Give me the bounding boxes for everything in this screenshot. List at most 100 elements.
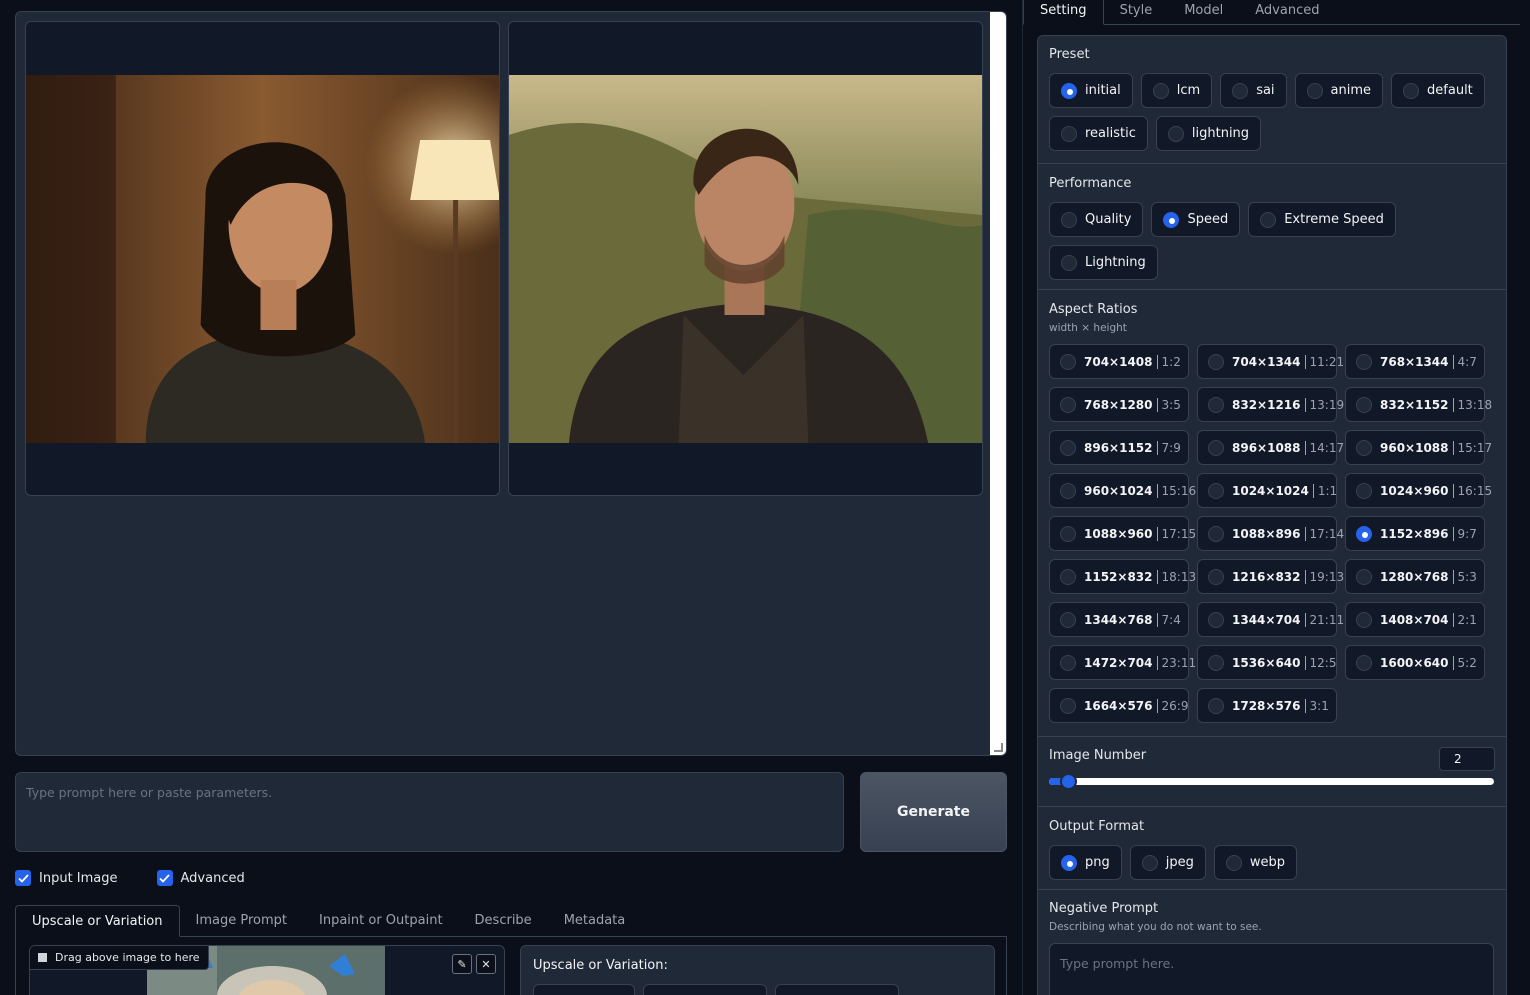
- aspect-ratio-option-832-1216[interactable]: 832×1216 13:19: [1197, 387, 1344, 422]
- aspect-ratio-option-1152-832[interactable]: 1152×832 18:13: [1049, 559, 1196, 594]
- preset-option-initial[interactable]: initial: [1049, 73, 1133, 108]
- aspect-ratio-option-1664-576[interactable]: 1664×576 26:9: [1049, 688, 1189, 723]
- generate-button[interactable]: Generate: [860, 772, 1007, 852]
- gallery-scrollbar[interactable]: [990, 12, 1006, 755]
- performance-option-speed[interactable]: Speed: [1151, 202, 1241, 237]
- aspect-ratio-size: 1152×896: [1380, 526, 1449, 541]
- performance-option-label: Quality: [1085, 212, 1132, 227]
- format-option-png[interactable]: png: [1049, 845, 1122, 880]
- variation-option[interactable]: [775, 984, 899, 995]
- performance-options: Quality Speed Extreme Speed Lightning: [1049, 202, 1495, 280]
- preset-options: initial lcm sai anime default realistic lightn…: [1049, 73, 1495, 151]
- aspect-ratio-size: 896×1152: [1084, 440, 1153, 455]
- drag-image-label: Drag above image to here: [30, 946, 209, 970]
- image-upload-area[interactable]: Drag above image to here ✎ ✕: [29, 945, 505, 995]
- tab-upscale-or-variation[interactable]: Upscale or Variation: [15, 905, 180, 937]
- tab-style[interactable]: Style: [1104, 0, 1169, 25]
- format-option-jpeg[interactable]: jpeg: [1129, 845, 1206, 880]
- aspect-ratio-option-960-1088[interactable]: 960×1088 15:17: [1345, 430, 1492, 465]
- output-format-section: Output Format png jpeg webp: [1038, 807, 1506, 890]
- aspect-ratio-option-1152-896[interactable]: 1152×896 9:7: [1345, 516, 1485, 551]
- aspect-ratio-title: Aspect Ratios: [1049, 302, 1138, 317]
- tab-metadata[interactable]: Metadata: [548, 905, 642, 937]
- aspect-ratio-option-1216-832[interactable]: 1216×832 19:13: [1197, 559, 1344, 594]
- negative-prompt-input[interactable]: [1049, 943, 1494, 995]
- tab-model[interactable]: Model: [1168, 0, 1239, 25]
- preset-option-label: realistic: [1085, 126, 1136, 141]
- edit-pencil-icon[interactable]: ✎: [452, 954, 472, 974]
- preset-option-lcm[interactable]: lcm: [1140, 73, 1213, 108]
- image-number-input[interactable]: 2: [1439, 747, 1495, 771]
- aspect-ratio-option-1088-960[interactable]: 1088×960 17:15: [1049, 516, 1196, 551]
- aspect-ratio-size: 832×1216: [1232, 397, 1301, 412]
- aspect-ratio-size: 1024×1024: [1232, 483, 1309, 498]
- preset-option-realistic[interactable]: realistic: [1049, 116, 1148, 151]
- format-option-webp[interactable]: webp: [1213, 845, 1298, 880]
- radio-circle-icon: [1061, 82, 1077, 99]
- radio-circle-icon: [1060, 525, 1076, 542]
- variation-option[interactable]: [533, 984, 635, 995]
- preset-option-anime[interactable]: anime: [1294, 73, 1384, 108]
- aspect-ratio-size: 1728×576: [1232, 698, 1301, 713]
- aspect-ratio-option-1600-640[interactable]: 1600×640 5:2: [1345, 645, 1485, 680]
- aspect-ratio-option-896-1088[interactable]: 896×1088 14:17: [1197, 430, 1344, 465]
- gallery-image-1[interactable]: [25, 21, 500, 496]
- aspect-ratio-option-1280-768[interactable]: 1280×768 5:3: [1345, 559, 1485, 594]
- aspect-ratio-ratio: 11:21: [1304, 354, 1344, 369]
- radio-circle-icon: [1356, 353, 1372, 370]
- variation-option[interactable]: [643, 984, 767, 995]
- radio-circle-icon: [1208, 611, 1224, 628]
- aspect-ratio-option-1728-576[interactable]: 1728×576 3:1: [1197, 688, 1337, 723]
- aspect-ratio-option-832-1152[interactable]: 832×1152 13:18: [1345, 387, 1492, 422]
- prompt-input[interactable]: [15, 772, 844, 852]
- aspect-ratio-option-768-1344[interactable]: 768×1344 4:7: [1345, 344, 1485, 379]
- radio-circle-icon: [1061, 125, 1077, 142]
- performance-option-quality[interactable]: Quality: [1049, 202, 1144, 237]
- gallery-image-2[interactable]: [508, 21, 983, 496]
- aspect-ratio-option-704-1344[interactable]: 704×1344 11:21: [1197, 344, 1344, 379]
- aspect-ratio-option-1536-640[interactable]: 1536×640 12:5: [1197, 645, 1337, 680]
- radio-circle-icon: [1208, 697, 1224, 714]
- aspect-ratio-ratio: 15:16: [1156, 483, 1196, 498]
- aspect-ratio-option-1472-704[interactable]: 1472×704 23:11: [1049, 645, 1196, 680]
- preset-option-default[interactable]: default: [1391, 73, 1485, 108]
- preset-section: Preset initial lcm sai anime default realisti…: [1038, 36, 1506, 164]
- aspect-ratio-ratio: 13:18: [1452, 397, 1492, 412]
- aspect-ratio-option-768-1280[interactable]: 768×1280 3:5: [1049, 387, 1189, 422]
- aspect-ratio-option-1088-896[interactable]: 1088×896 17:14: [1197, 516, 1344, 551]
- slider-handle[interactable]: [1059, 773, 1077, 790]
- performance-option-extreme-speed[interactable]: Extreme Speed: [1248, 202, 1396, 237]
- clear-close-icon[interactable]: ✕: [476, 954, 496, 974]
- performance-option-lightning[interactable]: Lightning: [1049, 245, 1158, 280]
- aspect-ratio-size: 704×1408: [1084, 354, 1153, 369]
- aspect-ratio-option-960-1024[interactable]: 960×1024 15:16: [1049, 473, 1196, 508]
- aspect-ratio-section: Aspect Ratios width × height 704×1408 1:2…: [1038, 290, 1506, 737]
- aspect-ratio-ratio: 15:17: [1452, 440, 1492, 455]
- aspect-ratio-size: 768×1344: [1380, 354, 1449, 369]
- radio-circle-icon: [1208, 654, 1224, 671]
- aspect-ratio-size: 1536×640: [1232, 655, 1301, 670]
- input-image-checkbox[interactable]: Input Image: [15, 870, 118, 886]
- aspect-ratio-option-896-1152[interactable]: 896×1152 7:9: [1049, 430, 1189, 465]
- input-tabs: Upscale or Variation Image Prompt Inpain…: [15, 905, 1007, 937]
- preset-option-label: initial: [1085, 83, 1121, 98]
- aspect-ratio-option-1024-1024[interactable]: 1024×1024 1:1: [1197, 473, 1337, 508]
- aspect-ratio-ratio: 19:13: [1304, 569, 1344, 584]
- aspect-ratio-size: 1408×704: [1380, 612, 1449, 627]
- advanced-checkbox[interactable]: Advanced: [156, 870, 245, 886]
- aspect-ratio-option-1408-704[interactable]: 1408×704 2:1: [1345, 602, 1485, 637]
- radio-circle-icon: [1208, 396, 1224, 413]
- preset-option-sai[interactable]: sai: [1220, 73, 1287, 108]
- aspect-ratio-subtitle: width × height: [1049, 322, 1127, 334]
- tab-inpaint-or-outpaint[interactable]: Inpaint or Outpaint: [303, 905, 459, 937]
- tab-setting[interactable]: Setting: [1023, 0, 1104, 25]
- preset-option-lightning[interactable]: lightning: [1155, 116, 1262, 151]
- aspect-ratio-option-704-1408[interactable]: 704×1408 1:2: [1049, 344, 1189, 379]
- tab-advanced[interactable]: Advanced: [1239, 0, 1335, 25]
- tab-image-prompt[interactable]: Image Prompt: [180, 905, 303, 937]
- aspect-ratio-option-1344-768[interactable]: 1344×768 7:4: [1049, 602, 1189, 637]
- tab-describe[interactable]: Describe: [459, 905, 548, 937]
- aspect-ratio-option-1344-704[interactable]: 1344×704 21:11: [1197, 602, 1344, 637]
- aspect-ratio-option-1024-960[interactable]: 1024×960 16:15: [1345, 473, 1492, 508]
- image-number-slider[interactable]: [1049, 773, 1494, 790]
